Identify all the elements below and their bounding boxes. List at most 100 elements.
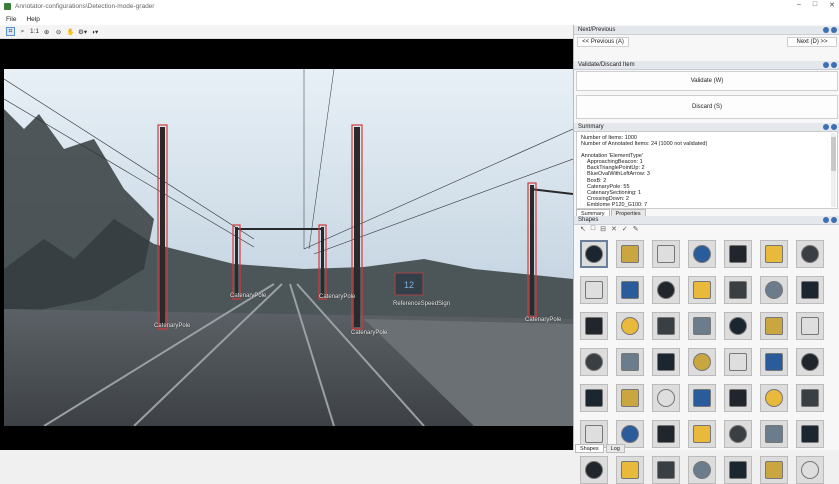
shape-thumbnail[interactable] <box>760 348 788 376</box>
shape-thumbnail[interactable] <box>796 348 824 376</box>
shape-thumbnail[interactable] <box>724 420 752 448</box>
close-panel-icon[interactable] <box>831 124 837 130</box>
sign-icon <box>657 389 675 407</box>
sign-icon <box>585 317 603 335</box>
shape-thumbnail[interactable] <box>724 456 752 484</box>
help-icon[interactable] <box>823 217 829 223</box>
edit-icon[interactable]: ✎ <box>633 225 639 233</box>
check-icon[interactable]: ✓ <box>622 225 628 233</box>
shape-thumbnail[interactable] <box>616 384 644 412</box>
shape-thumbnail[interactable] <box>724 312 752 340</box>
shape-thumbnail[interactable] <box>724 240 752 268</box>
sign-icon <box>621 353 639 371</box>
shape-thumbnail[interactable] <box>724 276 752 304</box>
shape-thumbnail[interactable] <box>796 456 824 484</box>
menu-file[interactable]: File <box>6 16 16 23</box>
shape-thumbnail[interactable] <box>652 240 680 268</box>
shape-thumbnail[interactable] <box>688 240 716 268</box>
shape-thumbnail[interactable] <box>796 240 824 268</box>
shape-thumbnail[interactable] <box>796 276 824 304</box>
zoom-out-icon[interactable]: ⊖ <box>54 27 63 36</box>
shape-thumbnail[interactable] <box>616 348 644 376</box>
pan-hand-icon[interactable]: ✋ <box>66 27 75 36</box>
shape-thumbnail[interactable] <box>652 420 680 448</box>
annotation-label: CatenaryPole <box>154 323 191 329</box>
shape-thumbnail[interactable] <box>724 384 752 412</box>
shape-thumbnail[interactable] <box>760 420 788 448</box>
next-button[interactable]: Next (D) >> <box>787 37 837 47</box>
shape-thumbnail[interactable] <box>688 420 716 448</box>
close-panel-icon[interactable] <box>831 27 837 33</box>
select-rect-icon[interactable]: ⌗ <box>6 27 15 36</box>
discard-button[interactable]: Discard (S) <box>576 95 838 119</box>
window-title: Annotator-configurations\Detection-mode-… <box>15 3 155 10</box>
shape-thumbnail[interactable] <box>760 456 788 484</box>
shape-thumbnail[interactable] <box>652 276 680 304</box>
rectangle-icon[interactable]: □ <box>591 225 595 233</box>
close-panel-icon[interactable] <box>831 217 837 223</box>
shape-thumbnail[interactable] <box>652 348 680 376</box>
maximize-button[interactable]: □ <box>813 1 817 9</box>
railway-scene-image[interactable]: 12 CatenaryPole CatenaryPole CatenaryPol… <box>4 69 573 466</box>
shape-thumbnail[interactable] <box>760 312 788 340</box>
shape-thumbnail[interactable] <box>580 456 608 484</box>
shape-thumbnail[interactable] <box>580 240 608 268</box>
shape-thumbnail[interactable] <box>796 312 824 340</box>
sign-icon <box>621 389 639 407</box>
sign-icon <box>801 389 819 407</box>
shape-thumbnail[interactable] <box>688 348 716 376</box>
shape-thumbnail[interactable] <box>580 312 608 340</box>
shape-tools: ↖ □ ⊟ ✕ ✓ ✎ <box>580 225 639 233</box>
shape-thumbnail[interactable] <box>580 384 608 412</box>
shape-thumbnail[interactable] <box>796 420 824 448</box>
shape-thumbnail[interactable] <box>760 384 788 412</box>
shape-thumbnail[interactable] <box>652 456 680 484</box>
window-controls: – □ ✕ <box>797 1 835 9</box>
shape-thumbnail[interactable] <box>580 348 608 376</box>
summary-scrollbar[interactable] <box>831 133 836 207</box>
shape-thumbnail[interactable] <box>724 348 752 376</box>
previous-button[interactable]: << Previous (A) <box>577 37 629 47</box>
zoom-1to1-button[interactable]: 1:1 <box>30 27 39 36</box>
zoom-in-icon[interactable]: ⊕ <box>42 27 51 36</box>
minimize-button[interactable]: – <box>797 1 801 9</box>
settings-icon[interactable]: ⚙▾ <box>78 27 87 36</box>
help-icon[interactable] <box>823 27 829 33</box>
summary-text[interactable]: Number of Items: 1000 Number of Annotate… <box>576 131 838 209</box>
contrast-icon[interactable]: ◑▾ <box>90 27 99 36</box>
shape-thumbnail[interactable] <box>796 384 824 412</box>
sign-icon <box>657 461 675 479</box>
shape-thumbnail[interactable] <box>688 312 716 340</box>
shape-thumbnail[interactable] <box>652 312 680 340</box>
validate-button[interactable]: Validate (W) <box>576 71 838 91</box>
sign-icon <box>657 425 675 443</box>
shape-thumbnail[interactable] <box>616 240 644 268</box>
split-icon[interactable]: ⊟ <box>600 225 606 233</box>
sign-icon <box>621 245 639 263</box>
shape-thumbnail[interactable] <box>760 240 788 268</box>
delete-icon[interactable]: ✕ <box>611 225 617 233</box>
tab-shapes[interactable]: Shapes <box>575 444 604 453</box>
zoom-fit-icon[interactable]: ⌕ <box>18 27 27 36</box>
shape-thumbnail[interactable] <box>616 312 644 340</box>
pointer-icon[interactable]: ↖ <box>580 225 586 233</box>
sign-icon <box>693 425 711 443</box>
tab-log[interactable]: Log <box>605 444 625 453</box>
shape-thumbnail[interactable] <box>688 384 716 412</box>
close-button[interactable]: ✕ <box>829 1 835 9</box>
shape-thumbnail[interactable] <box>616 276 644 304</box>
shape-thumbnail[interactable] <box>760 276 788 304</box>
sign-icon <box>693 245 711 263</box>
shape-thumbnail[interactable] <box>616 456 644 484</box>
sign-icon <box>693 317 711 335</box>
help-icon[interactable] <box>823 124 829 130</box>
shape-thumbnail[interactable] <box>688 276 716 304</box>
menu-help[interactable]: Help <box>26 16 39 23</box>
shape-thumbnail[interactable] <box>688 456 716 484</box>
shape-thumbnail[interactable] <box>652 384 680 412</box>
close-panel-icon[interactable] <box>831 62 837 68</box>
shape-thumbnail[interactable] <box>580 276 608 304</box>
sign-icon <box>621 281 639 299</box>
help-icon[interactable] <box>823 62 829 68</box>
image-viewer[interactable]: 12 CatenaryPole CatenaryPole CatenaryPol… <box>0 39 573 450</box>
